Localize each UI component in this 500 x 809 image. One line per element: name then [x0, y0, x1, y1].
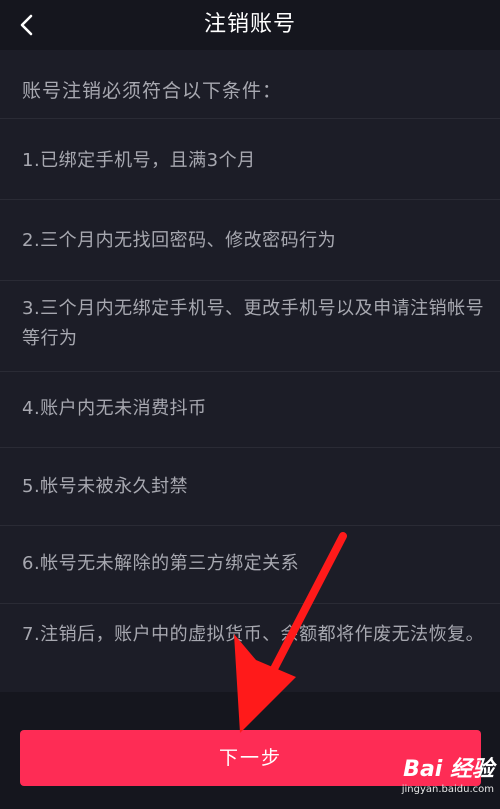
condition-item: 1.已绑定手机号，且满3个月: [22, 150, 256, 171]
divider: [0, 525, 500, 526]
page-title: 注销账号: [203, 12, 296, 37]
condition-item: 3.三个月内无绑定手机号、更改手机号以及申请注销帐号等行为: [22, 298, 485, 349]
divider: [0, 199, 500, 200]
condition-item: 5.帐号未被永久封禁: [22, 476, 189, 497]
back-button[interactable]: [10, 8, 44, 42]
condition-item: 7.注销后，账户中的虚拟货币、余额都将作废无法恢复。: [22, 624, 485, 645]
divider: [0, 371, 500, 372]
nav-bar: 注销账号: [0, 0, 500, 50]
watermark-url: jingyan.baidu.com: [401, 784, 494, 795]
baidu-jingyan-watermark: Bai 经验 jingyan.baidu.com: [344, 757, 494, 805]
divider: [0, 603, 500, 604]
condition-item: 2.三个月内无找回密码、修改密码行为: [22, 230, 337, 251]
divider: [0, 118, 500, 119]
conditions-intro: 账号注销必须符合以下条件：: [22, 80, 283, 102]
condition-item: 6.帐号无未解除的第三方绑定关系: [22, 553, 300, 574]
divider: [0, 280, 500, 281]
condition-item: 4.账户内无未消费抖币: [22, 398, 207, 419]
divider: [0, 447, 500, 448]
account-cancellation-screen: 注销账号 账号注销必须符合以下条件： 1.已绑定手机号，且满3个月 2.三个月内…: [0, 0, 500, 809]
chevron-left-icon: [20, 14, 33, 36]
baidu-logo: Bai 经验: [403, 757, 494, 782]
